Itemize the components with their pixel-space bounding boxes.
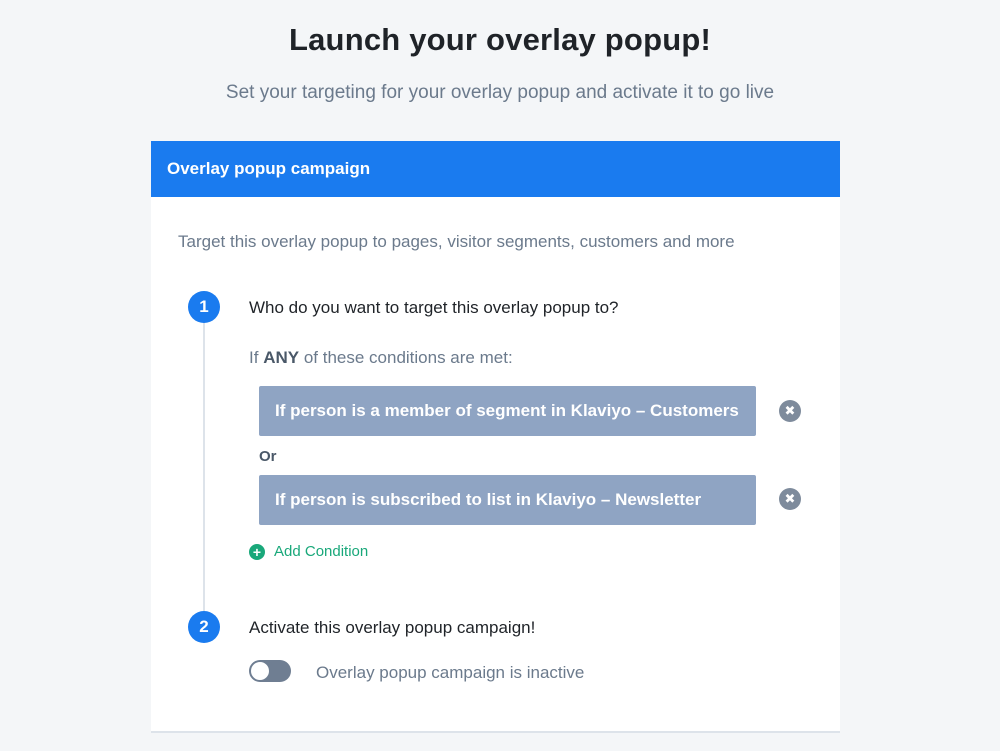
condition-item[interactable]: If person is a member of segment in Klav… bbox=[259, 386, 756, 436]
card-header: Overlay popup campaign bbox=[151, 141, 840, 197]
timeline-line bbox=[203, 311, 205, 611]
toggle-status-label: Overlay popup campaign is inactive bbox=[316, 663, 585, 682]
plus-circle-icon: + bbox=[249, 543, 265, 560]
intro-suffix: of these conditions are met: bbox=[303, 348, 513, 367]
step-2-title: Activate this overlay popup campaign! bbox=[249, 618, 536, 637]
activate-toggle[interactable] bbox=[249, 660, 291, 682]
page-header: Launch your overlay popup! Set your targ… bbox=[0, 0, 1000, 104]
conditions-intro: If ANY of these conditions are met: bbox=[249, 348, 513, 368]
add-condition-button[interactable]: + Add Condition bbox=[249, 543, 368, 560]
intro-prefix: If bbox=[249, 348, 259, 367]
add-condition-label: Add Condition bbox=[274, 543, 369, 560]
remove-condition-icon[interactable]: ✖ bbox=[779, 400, 801, 422]
card-description: Target this overlay popup to pages, visi… bbox=[178, 232, 735, 251]
intro-keyword: ANY bbox=[263, 348, 300, 367]
campaign-card: Overlay popup campaign Target this overl… bbox=[151, 141, 840, 733]
step-2-badge: 2 bbox=[188, 611, 220, 643]
step-1-title: Who do you want to target this overlay p… bbox=[249, 298, 619, 317]
remove-condition-icon[interactable]: ✖ bbox=[779, 488, 801, 510]
page-subtitle: Set your targeting for your overlay popu… bbox=[225, 82, 775, 103]
condition-item[interactable]: If person is subscribed to list in Klavi… bbox=[259, 475, 756, 525]
page-title: Launch your overlay popup! bbox=[288, 22, 712, 57]
step-1-badge: 1 bbox=[188, 291, 220, 323]
toggle-knob bbox=[250, 661, 270, 681]
or-separator: Or bbox=[259, 448, 277, 465]
